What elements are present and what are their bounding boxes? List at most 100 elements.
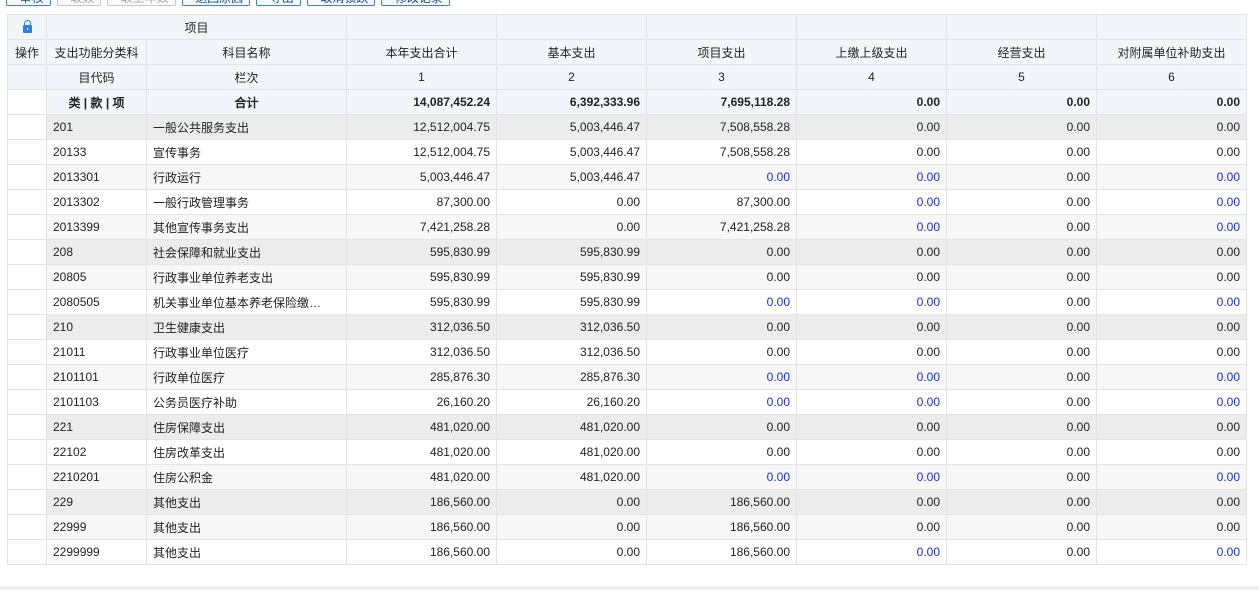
func-code-cell: 2101101 [46,364,147,390]
value-cell: 12,512,004.75 [346,139,497,165]
editable-value-cell[interactable]: 0.00 [796,464,947,490]
editable-value-cell[interactable]: 0.00 [1096,189,1247,215]
editable-value-cell[interactable]: 0.00 [1096,389,1247,415]
operation-cell [7,114,47,140]
return-reason-icon: ▫ [189,0,193,6]
toolbar-button[interactable]: ▫审核 [6,0,51,6]
toolbar-button[interactable]: ▫取消锁跌 [306,0,376,6]
value-cell: 0.00 [796,339,947,365]
func-code-cell: 20805 [46,264,147,290]
editable-value-cell[interactable]: 0.00 [796,214,947,240]
value-cell: 595,830.99 [496,289,647,315]
table-row[interactable]: 20133 宣传事务 12,512,004.75 5,003,446.47 7,508,… [7,139,1247,165]
toolbar-button[interactable]: ▫导出 [256,0,301,6]
table-row[interactable]: 22999 其他支出 186,560.00 0.00 186,560.00 0.00 0.0… [7,514,1247,540]
subject-name-cell: 其他支出 [146,539,347,565]
value-cell: 0.00 [496,514,647,540]
operation-cell [7,189,47,215]
value-cell: 481,020.00 [496,414,647,440]
editable-value-cell[interactable]: 0.00 [646,389,797,415]
lock-cell[interactable] [7,14,47,40]
editable-value-cell[interactable]: 0.00 [796,189,947,215]
value-cell: 0.00 [946,389,1097,415]
table-row[interactable]: 2101103 公务员医疗补助 26,160.20 26,160.20 0.00 0.00… [7,389,1247,415]
col-header: 经营支出 [946,39,1097,65]
table-row[interactable]: 22102 住房改革支出 481,020.00 481,020.00 0.00 0.00 0… [7,439,1247,465]
toolbar-button[interactable]: ▫退回原因 [181,0,251,6]
editable-value-cell[interactable]: 0.00 [1096,214,1247,240]
horizontal-scrollbar[interactable] [0,586,1259,590]
table-row[interactable]: 20805 行政事业单位养老支出 595,830.99 595,830.99 0.00 0… [7,264,1247,290]
project-header: 项目 [46,14,347,40]
table-row[interactable]: 2013399 其他宣传事务支出 7,421,258.28 0.00 7,421,258… [7,214,1247,240]
func-code-cell: 201 [46,114,147,140]
editable-value-cell[interactable]: 0.00 [796,364,947,390]
value-cell: 0.00 [1096,514,1247,540]
table-row[interactable]: 208 社会保障和就业支出 595,830.99 595,830.99 0.00 0.00… [7,239,1247,265]
toolbar-button[interactable]: ▫修改记录 [381,0,450,6]
editable-value-cell[interactable]: 0.00 [1096,164,1247,190]
operation-cell [7,514,47,540]
value-cell: 0.00 [946,164,1097,190]
table-row[interactable]: 2210201 住房公积金 481,020.00 481,020.00 0.00 0.00… [7,464,1247,490]
value-cell: 0.00 [1096,414,1247,440]
value-cell: 312,036.50 [496,314,647,340]
operation-cell [7,164,47,190]
value-cell: 0.00 [1096,264,1247,290]
value-cell: 0.00 [646,414,797,440]
editable-value-cell[interactable]: 0.00 [796,289,947,315]
value-cell: 595,830.99 [496,239,647,265]
table-row[interactable]: 2101101 行政单位医疗 285,876.30 285,876.30 0.00 0.0… [7,364,1247,390]
editable-value-cell[interactable]: 0.00 [1096,464,1247,490]
value-cell: 0.00 [796,114,947,140]
editable-value-cell[interactable]: 0.00 [1096,289,1247,315]
editable-value-cell[interactable]: 0.00 [796,539,947,565]
editable-value-cell[interactable]: 0.00 [646,164,797,190]
value-cell: 481,020.00 [496,464,647,490]
table-row[interactable]: 221 住房保障支出 481,020.00 481,020.00 0.00 0.00 0.0… [7,414,1247,440]
editable-value-cell[interactable]: 0.00 [796,389,947,415]
table-row[interactable]: 210 卫生健康支出 312,036.50 312,036.50 0.00 0.00 0.0… [7,314,1247,340]
func-code-cell: 2299999 [46,539,147,565]
empty-header [796,14,947,40]
subject-name-cell: 其他支出 [146,514,347,540]
table-row[interactable]: 2299999 其他支出 186,560.00 0.00 186,560.00 0.00 0… [7,539,1247,565]
operation-cell [7,539,47,565]
table-row[interactable]: 201 一般公共服务支出 12,512,004.75 5,003,446.47 7,50… [7,114,1247,140]
value-cell: 0.00 [496,539,647,565]
value-cell: 0.00 [796,239,947,265]
lock-icon[interactable] [22,19,32,33]
toolbar-button-label: 取数 [70,0,94,6]
value-cell: 0.00 [796,264,947,290]
operation-cell [7,439,47,465]
table-row[interactable]: 229 其他支出 186,560.00 0.00 186,560.00 0.00 0.00 0… [7,489,1247,515]
toolbar-button[interactable]: ▫取上年数 [107,0,176,6]
table-row[interactable]: 2013302 一般行政管理事务 87,300.00 0.00 87,300.00 0.0… [7,189,1247,215]
func-code-cell: 229 [46,489,147,515]
value-cell: 285,876.30 [496,364,647,390]
editable-value-cell[interactable]: 0.00 [796,164,947,190]
value-cell: 87,300.00 [646,189,797,215]
value-cell: 481,020.00 [346,464,497,490]
empty-header [346,14,497,40]
editable-value-cell[interactable]: 0.00 [646,289,797,315]
value-cell: 285,876.30 [346,364,497,390]
subject-name-cell: 一般公共服务支出 [146,114,347,140]
col-header: 上缴上级支出 [796,39,947,65]
col-header: 本年支出合计 [346,39,497,65]
toolbar-button[interactable]: ▫取数 [56,0,102,6]
editable-value-cell[interactable]: 0.00 [1096,364,1247,390]
editable-value-cell[interactable]: 0.00 [646,364,797,390]
table-row[interactable]: 2013301 行政运行 5,003,446.47 5,003,446.47 0.00 0… [7,164,1247,190]
value-cell: 0.00 [1096,314,1247,340]
editable-value-cell[interactable]: 0.00 [1096,539,1247,565]
empty-header [646,14,797,40]
operation-cell [7,464,47,490]
value-cell: 595,830.99 [346,289,497,315]
table-row[interactable]: 2080505 机关事业单位基本养老保险缴… 595,830.99 595,830.9… [7,289,1247,315]
value-cell: 12,512,004.75 [346,114,497,140]
table-row[interactable]: 21011 行政事业单位医疗 312,036.50 312,036.50 0.00 0.0… [7,339,1247,365]
value-cell: 0.00 [946,339,1097,365]
value-cell: 0.00 [946,264,1097,290]
editable-value-cell[interactable]: 0.00 [646,464,797,490]
